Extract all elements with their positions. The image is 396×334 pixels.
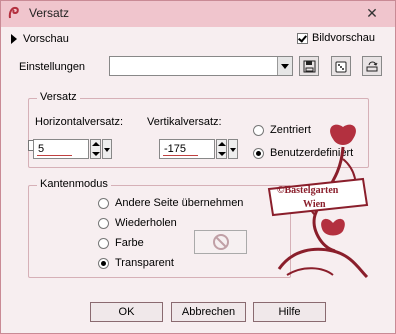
window-title: Versatz	[29, 6, 70, 20]
horizontal-value: 5	[38, 143, 45, 155]
vertical-value: -175	[164, 143, 187, 155]
einstellungen-label: Einstellungen	[19, 61, 86, 73]
vertical-label: Vertikalversatz:	[147, 116, 222, 128]
cancel-button[interactable]: Abbrechen	[171, 302, 246, 322]
checkbox-icon[interactable]	[297, 32, 308, 44]
horizontal-dropdown[interactable]	[102, 139, 112, 159]
dialog-window: Versatz ✕ Vorschau Bildvorschau Einstell…	[0, 0, 396, 334]
title-bar[interactable]: Versatz ✕	[1, 1, 395, 27]
radio-icon[interactable]	[98, 257, 109, 269]
radio-icon[interactable]	[98, 197, 109, 209]
preview-toggle[interactable]: Vorschau	[11, 33, 69, 45]
arrow-down-icon[interactable]	[92, 152, 100, 156]
app-icon	[8, 6, 19, 19]
preview-label: Vorschau	[23, 33, 69, 45]
chevron-down-icon[interactable]	[277, 57, 292, 75]
reset-icon	[366, 61, 378, 71]
bildvorschau-checkbox[interactable]: Bildvorschau	[297, 32, 375, 44]
no-color-icon	[212, 234, 229, 250]
horizontal-label: Horizontalversatz:	[35, 116, 124, 128]
radio-wiederholen[interactable]: Wiederholen	[98, 217, 177, 229]
value-underline	[37, 155, 72, 156]
random-button[interactable]	[331, 56, 351, 76]
vertical-spinner[interactable]	[216, 139, 227, 159]
color-swatch[interactable]	[194, 230, 247, 254]
save-icon	[303, 60, 315, 72]
radio-andere-seite[interactable]: Andere Seite übernehmen	[98, 197, 243, 209]
versatz-legend: Versatz	[37, 91, 80, 103]
watermark-text-1: ©Bastelgarten	[277, 185, 339, 196]
arrow-up-icon[interactable]	[218, 142, 226, 146]
dice-icon	[335, 61, 346, 72]
horizontal-input[interactable]: 5	[33, 139, 89, 159]
save-preset-button[interactable]	[299, 56, 319, 76]
andere-seite-label: Andere Seite übernehmen	[115, 197, 244, 209]
close-icon: ✕	[366, 5, 378, 21]
radio-icon[interactable]	[98, 217, 109, 229]
expand-arrow-icon	[11, 34, 17, 44]
bildvorschau-label: Bildvorschau	[312, 32, 375, 44]
help-button[interactable]: Hilfe	[253, 302, 326, 322]
wiederholen-label: Wiederholen	[115, 217, 177, 229]
transparent-label: Transparent	[115, 257, 174, 269]
farbe-label: Farbe	[115, 237, 144, 249]
arrow-up-icon[interactable]	[92, 142, 100, 146]
reset-button[interactable]	[362, 56, 382, 76]
kantenmodus-legend: Kantenmodus	[37, 178, 111, 190]
radio-transparent[interactable]: Transparent	[98, 257, 174, 269]
radio-farbe[interactable]: Farbe	[98, 237, 144, 249]
ok-button[interactable]: OK	[90, 302, 163, 322]
radio-icon[interactable]	[98, 237, 109, 249]
arrow-down-icon[interactable]	[218, 152, 226, 156]
vertical-dropdown[interactable]	[228, 139, 238, 159]
vertical-input[interactable]: -175	[159, 139, 215, 159]
watermark-text-2: Wien	[303, 199, 326, 210]
horizontal-spinner[interactable]	[90, 139, 101, 159]
einstellungen-combo[interactable]	[109, 56, 293, 76]
watermark-tulip-logo: ©Bastelgarten Wien	[267, 124, 369, 279]
close-button[interactable]: ✕	[357, 3, 387, 23]
value-underline	[163, 155, 198, 156]
